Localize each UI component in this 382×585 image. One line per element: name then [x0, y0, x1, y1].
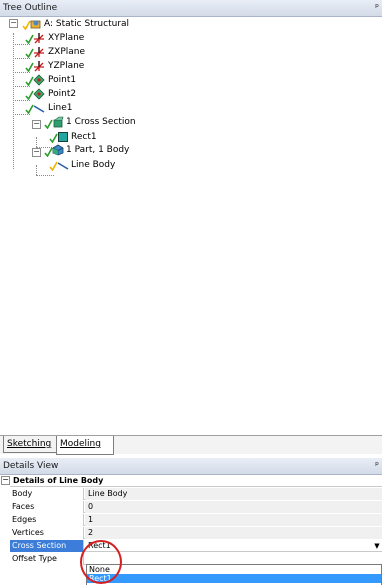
tree-item-label: XYPlane	[48, 33, 85, 43]
details-key: Vertices	[10, 527, 84, 539]
tree-item-label: Point1	[48, 75, 77, 85]
tree-item-label: Line Body	[71, 160, 116, 170]
details-key: Faces	[10, 501, 84, 513]
details-row-vertices: Vertices 2	[10, 527, 382, 539]
cross-section-select[interactable]: Rect1	[85, 540, 382, 552]
details-row-cross-section[interactable]: Cross Section Rect1 ▼	[10, 540, 382, 552]
collapse-icon[interactable]: −	[9, 19, 18, 28]
rectangle-section-icon	[58, 132, 68, 142]
tree-connector	[36, 175, 54, 176]
static-structural-icon	[30, 20, 41, 29]
tab-modeling-label: Modeling	[60, 439, 101, 449]
tree-item-label: 1 Part, 1 Body	[66, 145, 130, 155]
details-key: Edges	[10, 514, 84, 526]
details-row-edges: Edges 1	[10, 514, 382, 526]
details-value: 0	[85, 501, 382, 513]
details-key: Body	[10, 488, 84, 500]
details-key: Offset Type	[10, 553, 84, 565]
tree-connector	[13, 72, 30, 73]
chevron-down-icon[interactable]: ▼	[372, 540, 382, 552]
tree-item-label: ZXPlane	[48, 47, 86, 57]
collapse-icon[interactable]: −	[32, 120, 41, 129]
tree-item-label: A: Static Structural	[44, 19, 130, 29]
tab-sketching[interactable]: Sketching	[3, 436, 57, 453]
tree-connector	[36, 137, 37, 147]
tree-item-label: YZPlane	[48, 61, 85, 71]
tree-item-label: Point2	[48, 89, 77, 99]
details-value: 1	[85, 514, 382, 526]
dropdown-option-rect1[interactable]: Rect1	[87, 574, 381, 583]
dropdown-option-none[interactable]: None	[87, 565, 381, 574]
details-row-faces: Faces 0	[10, 501, 382, 513]
details-view-title-text: Details View	[3, 461, 59, 471]
tree-connector	[13, 33, 14, 169]
tree-item-label: Rect1	[71, 132, 97, 142]
line-icon	[33, 105, 45, 113]
plane-icon	[34, 61, 44, 72]
tree-connector	[13, 86, 30, 87]
details-view-title: Details View ᵖ	[0, 458, 382, 475]
tree-connector	[13, 44, 30, 45]
collapse-icon[interactable]: −	[1, 476, 10, 485]
pin-icon[interactable]: ᵖ	[375, 0, 379, 17]
point-icon	[33, 88, 45, 100]
part-body-icon	[52, 144, 64, 156]
plane-icon	[34, 47, 44, 58]
details-key: Cross Section	[10, 540, 84, 552]
line-body-icon	[57, 162, 69, 170]
pin-icon[interactable]: ᵖ	[375, 458, 379, 475]
cross-section-dropdown: None Rect1	[86, 564, 382, 585]
details-header: Details of Line Body	[10, 475, 382, 487]
tree-outline: − A: Static Structural XYPlane ZXPlane Y…	[0, 17, 382, 435]
tree-connector	[13, 100, 30, 101]
tree-connector	[13, 114, 30, 115]
tab-sketching-label: Sketching	[7, 439, 52, 449]
tree-outline-title: Tree Outline ᵖ	[0, 0, 382, 17]
point-icon	[33, 74, 45, 86]
tree-connector	[36, 165, 37, 175]
tree-connector	[13, 58, 30, 59]
tree-item-label: Line1	[48, 103, 73, 113]
cross-section-icon	[53, 116, 64, 128]
details-value: Line Body	[85, 488, 382, 500]
collapse-icon[interactable]: −	[32, 148, 41, 157]
plane-icon	[34, 33, 44, 44]
details-value: 2	[85, 527, 382, 539]
view-tabs: Sketching Modeling	[0, 435, 382, 455]
tab-modeling[interactable]: Modeling	[56, 436, 114, 455]
details-row-body: Body Line Body	[10, 488, 382, 500]
tree-outline-title-text: Tree Outline	[3, 3, 58, 13]
annotation-circle	[80, 540, 122, 584]
tree-item-label: 1 Cross Section	[66, 117, 136, 127]
